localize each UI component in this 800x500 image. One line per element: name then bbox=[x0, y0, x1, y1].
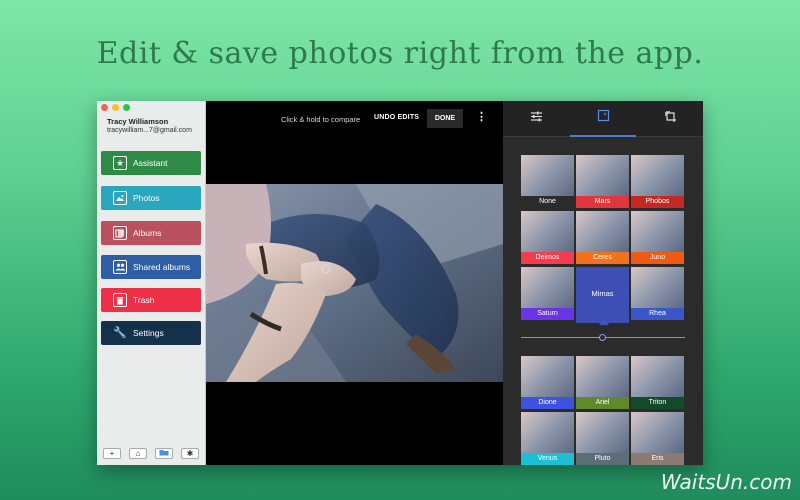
crop-rotate-icon bbox=[664, 110, 677, 128]
filter-label: Eris bbox=[631, 453, 684, 465]
filter-icon bbox=[597, 109, 610, 127]
filter-label: Venus bbox=[521, 453, 574, 465]
filter-label: Saturn bbox=[521, 308, 574, 320]
filter-rhea[interactable]: Rhea bbox=[631, 267, 684, 320]
sidebar-item-label: Trash bbox=[133, 295, 155, 305]
filter-mars[interactable]: Mars bbox=[576, 155, 629, 208]
filter-triton[interactable]: Triton bbox=[631, 356, 684, 409]
sidebar-item-label: Photos bbox=[133, 193, 160, 203]
filter-label: Juno bbox=[631, 252, 684, 264]
selection-pointer bbox=[599, 319, 609, 325]
user-name: Tracy Williamson bbox=[107, 117, 169, 126]
filter-label: Mimas bbox=[591, 289, 614, 298]
image-icon bbox=[113, 191, 127, 205]
filter-dione[interactable]: Dione bbox=[521, 356, 574, 409]
filter-label: Dione bbox=[521, 397, 574, 409]
folder-icon[interactable] bbox=[155, 448, 173, 459]
panel-tabs bbox=[503, 101, 703, 137]
filter-label: Ariel bbox=[576, 397, 629, 409]
sidebar-item-shared-albums[interactable]: Shared albums bbox=[101, 255, 201, 279]
compare-hint[interactable]: Click & hold to compare bbox=[281, 115, 360, 124]
sidebar-item-label: Shared albums bbox=[133, 262, 191, 272]
trash-icon bbox=[113, 293, 127, 307]
app-window: Tracy Williamson tracywilliam...7@gmail.… bbox=[97, 101, 703, 465]
filter-saturn[interactable]: Saturn bbox=[521, 267, 574, 320]
sidebar-bottom-toolbar: + ⌂ ✱ bbox=[101, 448, 201, 459]
filter-label: Rhea bbox=[631, 308, 684, 320]
star-icon: ★ bbox=[113, 156, 127, 170]
more-options-icon[interactable]: ⋮ bbox=[476, 110, 487, 123]
sidebar-item-trash[interactable]: Trash bbox=[101, 288, 201, 312]
sidebar-item-assistant[interactable]: ★ Assistant bbox=[101, 151, 201, 175]
watermark: WaitsUn.com bbox=[660, 470, 792, 494]
window-controls bbox=[101, 104, 130, 111]
filter-eris[interactable]: Eris bbox=[631, 412, 684, 465]
tab-adjust[interactable] bbox=[503, 101, 569, 137]
user-email: tracywilliam...7@gmail.com bbox=[107, 127, 192, 134]
filter-label: None bbox=[521, 196, 574, 208]
home-icon[interactable]: ⌂ bbox=[129, 448, 147, 459]
filter-juno[interactable]: Juno bbox=[631, 211, 684, 264]
sidebar-item-label: Albums bbox=[133, 228, 162, 238]
sidebar: Tracy Williamson tracywilliam...7@gmail.… bbox=[97, 101, 206, 465]
filter-venus[interactable]: Venus bbox=[521, 412, 574, 465]
done-button[interactable]: DONE bbox=[427, 109, 463, 128]
filter-pluto[interactable]: Pluto bbox=[576, 412, 629, 465]
sidebar-item-photos[interactable]: Photos bbox=[101, 186, 201, 210]
close-window-button[interactable] bbox=[101, 104, 108, 111]
people-icon bbox=[113, 260, 127, 274]
sidebar-item-albums[interactable]: Albums bbox=[101, 221, 201, 245]
intensity-slider-handle[interactable] bbox=[599, 334, 606, 341]
filter-deimos[interactable]: Deimos bbox=[521, 211, 574, 264]
sliders-icon bbox=[530, 110, 543, 128]
plus-icon[interactable]: + bbox=[103, 448, 121, 459]
sidebar-item-label: Settings bbox=[133, 328, 164, 338]
filter-none[interactable]: None bbox=[521, 155, 574, 208]
filter-ariel[interactable]: Ariel bbox=[576, 356, 629, 409]
edited-photo bbox=[206, 184, 503, 382]
filter-label: Phobos bbox=[631, 196, 684, 208]
filter-mimas[interactable]: Mimas bbox=[576, 267, 629, 323]
sidebar-item-settings[interactable]: 🔧 Settings bbox=[101, 321, 201, 345]
tab-filters[interactable] bbox=[570, 101, 636, 137]
filter-label: Ceres bbox=[576, 252, 629, 264]
photo-editor: Click & hold to compare UNDO EDITS DONE … bbox=[206, 101, 503, 465]
filter-label: Deimos bbox=[521, 252, 574, 264]
minimize-window-button[interactable] bbox=[112, 104, 119, 111]
filter-panel: None Mars Phobos Deimos Ceres Juno Saturn Mimas… bbox=[503, 101, 703, 465]
filter-label: Mars bbox=[576, 196, 629, 208]
album-icon bbox=[113, 226, 127, 240]
filter-phobos[interactable]: Phobos bbox=[631, 155, 684, 208]
filter-label: Triton bbox=[631, 397, 684, 409]
sidebar-item-label: Assistant bbox=[133, 158, 168, 168]
gear-icon[interactable]: ✱ bbox=[181, 448, 199, 459]
filter-label: Pluto bbox=[576, 453, 629, 465]
zoom-window-button[interactable] bbox=[123, 104, 130, 111]
filter-ceres[interactable]: Ceres bbox=[576, 211, 629, 264]
wrench-icon: 🔧 bbox=[113, 326, 127, 339]
page-headline: Edit & save photos right from the app. bbox=[96, 36, 704, 71]
tab-crop-rotate[interactable] bbox=[637, 101, 703, 137]
undo-edits-button[interactable]: UNDO EDITS bbox=[374, 114, 419, 121]
